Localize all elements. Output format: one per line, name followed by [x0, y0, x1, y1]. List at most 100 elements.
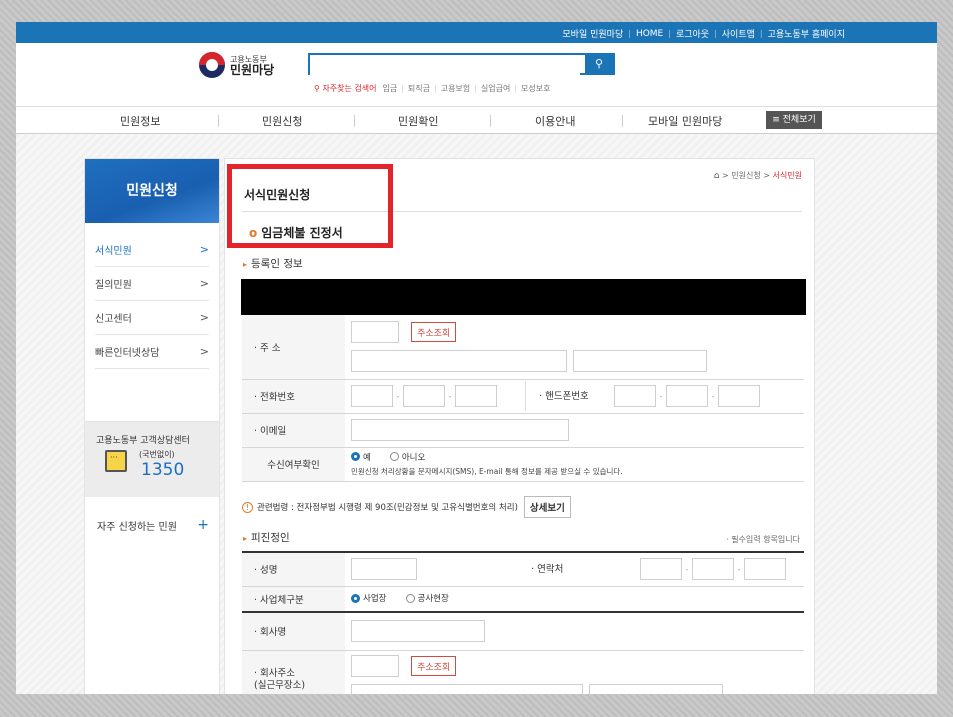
company-address-sub: (실근무장소): [254, 680, 306, 691]
detail-view-button[interactable]: 상세보기: [523, 496, 571, 518]
nav-item-mobile[interactable]: 모바일 민원마당: [648, 113, 722, 129]
sidebar-item-report-center[interactable]: 신고센터 >: [95, 301, 209, 335]
call-center-number: 1350: [141, 460, 185, 480]
radio-unchecked-icon: [389, 452, 399, 462]
site-header: 고용노동부 민원마당 ⚲ ⚲ 자주찾는 검색어 임금 퇴직금 고용보험 실업급여…: [16, 43, 937, 106]
receive-yes-radio[interactable]: 예: [351, 451, 371, 463]
email-label: · 이메일: [242, 413, 345, 448]
contact-field-3[interactable]: [744, 558, 787, 581]
content-area: 민원신청 서식민원 > 질의민원 > 신고센터 > 빠른인터넷상담 > 고용노동부 고객…: [16, 135, 937, 694]
mobile-field-1[interactable]: [614, 385, 657, 407]
contact-label: · 연락처: [531, 563, 564, 575]
main-nav: 민원정보 민원신청 민원확인 이용안내 모바일 민원마당 ≡ 전체보기: [16, 106, 937, 134]
nav-divider: [354, 115, 355, 127]
nav-item-info[interactable]: 민원정보: [120, 113, 160, 129]
sidebar-item-inquiry[interactable]: 질의민원 >: [95, 267, 209, 301]
name-label: · 성명: [242, 552, 345, 587]
company-address-search-button[interactable]: 주소조회: [411, 655, 457, 676]
side-nav: 민원신청 서식민원 > 질의민원 > 신고센터 > 빠른인터넷상담 > 고용노동부 고객…: [84, 158, 220, 694]
keyword-link[interactable]: 고용보험: [430, 83, 470, 94]
screenshot-frame: 모바일 민원마당 HOME 로그아웃 사이트맵 고용노동부 홈페이지 고용노동부…: [0, 0, 953, 717]
respondent-form: · 성명 · 연락처 -- · 사업체구분 사업장 공사현장 · 회사명 · 회…: [242, 551, 804, 694]
mobile-field-3[interactable]: [718, 385, 761, 407]
address-search-button[interactable]: 주소조회: [411, 322, 457, 343]
frequent-petitions-label: 자주 신청하는 민원: [97, 521, 177, 533]
address-field[interactable]: [351, 350, 567, 373]
radio-checked-icon: [351, 452, 360, 462]
email-field[interactable]: [351, 419, 569, 441]
radio-unchecked-icon: [405, 593, 415, 603]
contact-field-2[interactable]: [692, 558, 735, 581]
nav-divider: [622, 115, 623, 127]
biz-type-construction-radio[interactable]: 공사현장: [405, 592, 449, 604]
search-input[interactable]: [310, 58, 580, 77]
ministry-emblem-icon: [199, 52, 225, 78]
nav-item-apply[interactable]: 민원신청: [262, 113, 302, 129]
utility-link-ministry[interactable]: 고용노동부 홈페이지: [755, 27, 845, 40]
search-icon[interactable]: ⚲: [585, 55, 613, 73]
view-all-button[interactable]: ≡ 전체보기: [766, 111, 822, 129]
sidebar-item-form-petition[interactable]: 서식민원 >: [95, 233, 209, 267]
keyword-link[interactable]: 퇴직금: [397, 83, 430, 94]
breadcrumb-current: 서식민원: [772, 171, 802, 180]
law-notice: ! 관련법령 : 전자정부법 시행령 제 90조(민감정보 및 고유식별번호의 …: [242, 496, 571, 518]
registrant-form: · 주 소 주소조회 · 전화번호 - - · 핸드폰번호 - - · 이메일 …: [242, 315, 804, 482]
redacted-block: [241, 279, 806, 315]
nav-divider: [490, 115, 491, 127]
biz-type-label: · 사업체구분: [242, 586, 345, 613]
phone-field-2[interactable]: [403, 385, 445, 407]
sidebar-item-online-consult[interactable]: 빠른인터넷상담 >: [95, 335, 209, 369]
hot-keywords: ⚲ 자주찾는 검색어 임금 퇴직금 고용보험 실업급여 모성보호: [314, 83, 550, 94]
nav-divider: [218, 115, 219, 127]
site-logo[interactable]: 고용노동부 민원마당: [199, 52, 274, 78]
phone-label: · 전화번호: [242, 379, 345, 414]
company-address-field[interactable]: [351, 683, 583, 694]
contact-field-1[interactable]: [640, 558, 683, 581]
phone-field-1[interactable]: [351, 385, 393, 407]
side-nav-title: 민원신청: [85, 159, 219, 223]
keyword-link[interactable]: 임금: [382, 83, 397, 94]
phone-field-3[interactable]: [455, 385, 497, 407]
plus-icon[interactable]: +: [197, 517, 209, 533]
call-center-title: 고용노동부 고객상담센터: [96, 436, 190, 446]
company-address-detail-field[interactable]: [589, 683, 724, 694]
receive-no-radio[interactable]: 아니오: [389, 451, 425, 463]
warning-icon: !: [242, 501, 253, 513]
chevron-right-icon: >: [199, 243, 209, 256]
zipcode-field[interactable]: [351, 321, 399, 344]
call-center-sub: (국번없이): [139, 450, 175, 459]
nav-item-check[interactable]: 민원확인: [398, 113, 438, 129]
logo-text: 고용노동부 민원마당: [230, 54, 274, 76]
logo-line2: 민원마당: [230, 63, 275, 77]
keyword-link[interactable]: 모성보호: [510, 83, 550, 94]
receive-note: 민원신청 처리상황을 문자메시지(SMS), E-mail 통해 정보를 제공 …: [351, 467, 623, 477]
address-label: · 주 소: [242, 315, 345, 380]
phone-chat-icon: [105, 450, 127, 472]
mobile-label: · 핸드폰번호: [539, 390, 589, 402]
section-respondent: 피진정인: [243, 530, 290, 545]
utility-link-mobile[interactable]: 모바일 민원마당: [562, 27, 623, 40]
home-icon[interactable]: ⌂: [714, 171, 720, 181]
breadcrumb-item[interactable]: 민원신청: [731, 171, 760, 180]
section-registrant: 등록인 정보: [243, 256, 303, 271]
utility-links: 모바일 민원마당 HOME 로그아웃 사이트맵 고용노동부 홈페이지: [562, 27, 845, 41]
utility-link-sitemap[interactable]: 사이트맵: [709, 27, 755, 40]
company-field[interactable]: [351, 620, 485, 643]
utility-link-home[interactable]: HOME: [623, 27, 663, 40]
frequent-petitions[interactable]: 자주 신청하는 민원 +: [85, 511, 219, 539]
address-detail-field[interactable]: [573, 350, 708, 373]
side-nav-list: 서식민원 > 질의민원 > 신고센터 > 빠른인터넷상담 >: [85, 233, 219, 369]
name-field[interactable]: [351, 558, 417, 581]
nav-item-guide[interactable]: 이용안내: [535, 113, 575, 129]
required-note: · 필수입력 항목입니다: [726, 535, 800, 544]
hot-keywords-label: ⚲ 자주찾는 검색어: [314, 84, 377, 93]
company-address-label: · 회사주소: [254, 668, 295, 679]
company-zipcode-field[interactable]: [351, 654, 399, 677]
call-center-box: 고용노동부 고객상담센터 (국번없이) 1350: [85, 421, 219, 497]
chevron-right-icon: >: [199, 277, 209, 290]
keyword-link[interactable]: 실업급여: [470, 83, 510, 94]
radio-checked-icon: [351, 593, 360, 603]
mobile-field-2[interactable]: [666, 385, 709, 407]
utility-link-logout[interactable]: 로그아웃: [663, 27, 709, 40]
biz-type-workplace-radio[interactable]: 사업장: [351, 592, 386, 604]
